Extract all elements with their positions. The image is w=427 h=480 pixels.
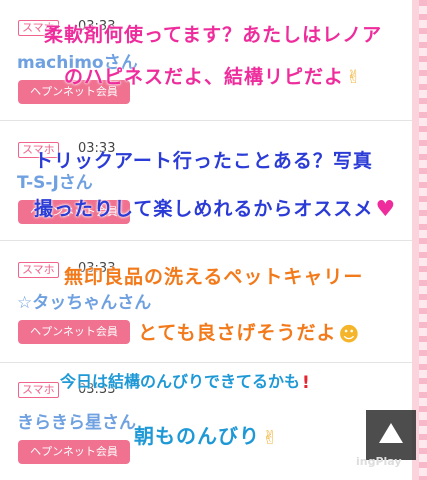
- caption-line: 撮ったりして楽しめれるからオススメ♥: [34, 194, 396, 222]
- caption-text: トリックアート行ったことある？写真: [34, 150, 373, 172]
- poster-name[interactable]: ☆タッちゃんさん: [17, 288, 151, 313]
- caption-line: 柔軟剤何使ってます？あたしはレノア: [44, 20, 382, 47]
- member-badge-button[interactable]: ヘプンネット会員: [18, 320, 130, 344]
- comment-post: スマホ 03:33 T-S-Jさん ヘプンネット会員: [0, 120, 412, 241]
- caption-text: 無印良品の洗えるペットキャリー: [64, 266, 364, 288]
- laughing-face-icon: ☻: [338, 321, 361, 346]
- device-tag: スマホ: [18, 382, 59, 398]
- victory-hand-icon: ✌: [346, 67, 363, 88]
- caption-text: とても良さげそうだよ: [138, 322, 337, 344]
- red-exclamation-icon: !: [302, 372, 310, 393]
- comment-post: スマホ 03:33 machimoさん ヘプンネット会員: [0, 0, 412, 121]
- device-tag: スマホ: [18, 262, 59, 278]
- victory-hand-icon: ✌: [262, 426, 279, 449]
- caption-line: 今日は結構のんびりできてるかも!: [60, 368, 310, 393]
- side-pattern: [419, 0, 427, 480]
- caption-text: 朝ものんびり: [134, 424, 260, 448]
- caption-line: 朝ものんびり ✌: [134, 420, 279, 449]
- up-arrow-icon: [379, 423, 403, 443]
- caption-line: のハピネスだよ、結構リピだよ ✌: [64, 62, 362, 89]
- caption-text: 撮ったりして楽しめれるからオススメ: [34, 198, 374, 220]
- poster-name[interactable]: きらきら星さん: [17, 408, 136, 433]
- caption-line: トリックアート行ったことある？写真: [34, 146, 373, 173]
- scroll-to-top-button[interactable]: [366, 410, 416, 460]
- caption-text: のハピネスだよ、結構リピだよ: [64, 66, 345, 88]
- pink-heart-icon: ♥: [375, 197, 397, 222]
- caption-line: 無印良品の洗えるペットキャリー: [64, 262, 363, 289]
- watermark-logo: ingPlay: [356, 455, 402, 468]
- caption-text: 今日は結構のんびりできてるかも: [60, 372, 301, 391]
- caption-line: とても良さげそうだよ ☻: [138, 318, 360, 346]
- member-badge-button[interactable]: ヘプンネット会員: [18, 440, 130, 464]
- caption-text: 柔軟剤何使ってます？あたしはレノア: [44, 24, 383, 46]
